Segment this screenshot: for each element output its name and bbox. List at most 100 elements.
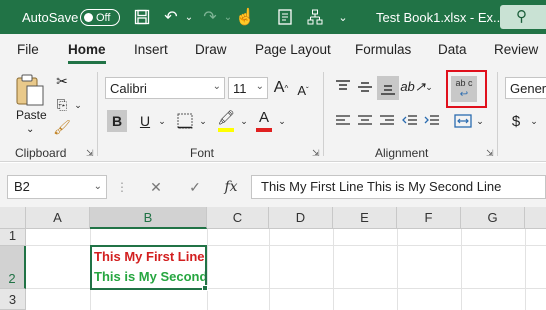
orientation-icon[interactable]: ab↗ xyxy=(400,76,425,98)
number-format-combo[interactable]: Genera xyxy=(505,77,546,99)
underline-button[interactable]: U xyxy=(135,110,155,132)
copy-icon[interactable]: ⎘ xyxy=(53,96,71,114)
tab-data[interactable]: Data xyxy=(438,42,467,57)
fill-color-dropdown-icon[interactable]: ⌄ xyxy=(238,110,250,132)
save-icon[interactable] xyxy=(131,0,153,34)
top-align-icon[interactable] xyxy=(333,76,353,98)
tab-review[interactable]: Review xyxy=(494,42,538,57)
insert-function-icon[interactable]: fx xyxy=(221,175,241,199)
gridline xyxy=(525,229,526,310)
formula-bar-grip-icon[interactable]: ⋮ xyxy=(116,175,128,199)
orientation-dropdown-icon[interactable]: ⌄ xyxy=(423,76,435,98)
increase-indent-icon[interactable] xyxy=(422,110,442,132)
gridline xyxy=(461,229,462,310)
format-painter-icon[interactable]: 🖌 xyxy=(53,118,71,136)
formula-bar-input[interactable]: This My First Line This is My Second Lin… xyxy=(251,175,546,199)
cell-b2[interactable]: This My First Line This is My Second Lin… xyxy=(90,245,207,290)
cut-icon[interactable]: ✂ xyxy=(53,72,71,90)
alignment-group-label: Alignment xyxy=(375,146,429,160)
undo-dropdown-icon[interactable]: ⌄ xyxy=(178,0,200,34)
select-all-corner[interactable] xyxy=(0,207,26,229)
fill-handle[interactable] xyxy=(202,285,208,291)
row-header-2[interactable]: 2 xyxy=(0,246,26,289)
column-header-g[interactable]: G xyxy=(461,207,525,229)
merge-center-icon[interactable] xyxy=(452,110,474,132)
font-name-combo[interactable]: Calibri ⌄ xyxy=(105,77,225,99)
decrease-indent-icon[interactable] xyxy=(400,110,420,132)
row-header-1[interactable]: 1 xyxy=(0,228,26,246)
cell-b2-line2: This is My Second Line xyxy=(94,269,207,284)
copy-dropdown-icon[interactable]: ⌄ xyxy=(72,96,84,114)
font-color-dropdown-icon[interactable]: ⌄ xyxy=(276,110,288,132)
clipboard-group-label: Clipboard xyxy=(15,146,67,160)
tab-draw[interactable]: Draw xyxy=(195,42,227,57)
align-center-icon[interactable] xyxy=(355,110,375,132)
font-launcher-icon[interactable]: ⇲ xyxy=(312,148,320,159)
paste-icon[interactable] xyxy=(12,72,48,108)
touch-mode-icon[interactable]: ☝ xyxy=(234,0,256,34)
font-color-icon[interactable]: A xyxy=(254,106,274,128)
font-group-label: Font xyxy=(190,146,215,160)
column-header-d[interactable]: D xyxy=(269,207,333,229)
name-box[interactable]: B2 ⌄ xyxy=(7,175,107,199)
org-chart-icon[interactable] xyxy=(304,0,326,34)
tab-page-layout[interactable]: Page Layout xyxy=(255,42,331,57)
wrap-text-highlight xyxy=(446,70,487,108)
autosave-label: AutoSave xyxy=(22,9,79,25)
gridline xyxy=(333,229,334,310)
increase-font-size-icon[interactable]: A ^ xyxy=(272,77,290,99)
font-size-combo[interactable]: 11 ⌄ xyxy=(228,77,268,99)
autosave-state: Off xyxy=(96,11,111,24)
tab-home[interactable]: Home xyxy=(68,42,106,57)
number-format-value: Genera xyxy=(510,80,546,96)
font-name-value: Calibri xyxy=(110,80,147,96)
paste-dropdown-icon[interactable]: ⌄ xyxy=(26,124,34,135)
gridline xyxy=(207,229,208,310)
merge-dropdown-icon[interactable]: ⌄ xyxy=(474,110,486,132)
middle-align-icon[interactable] xyxy=(355,76,375,98)
alignment-launcher-icon[interactable]: ⇲ xyxy=(486,148,494,159)
fill-color-icon[interactable]: 🖍 xyxy=(216,106,236,128)
chevron-down-icon: ⌄ xyxy=(212,81,221,92)
group-separator xyxy=(497,72,498,156)
confirm-entry-icon[interactable]: ✓ xyxy=(185,175,205,199)
search-box[interactable]: ⚲ xyxy=(500,5,546,29)
group-separator xyxy=(97,72,98,156)
customize-toolbar-icon[interactable]: ⌄ xyxy=(332,0,354,34)
worksheet-grid: A B C D E F G 1 2 3 This My First Line T… xyxy=(0,207,546,310)
column-header-a[interactable]: A xyxy=(26,207,90,229)
underline-dropdown-icon[interactable]: ⌄ xyxy=(156,110,168,132)
cell-b2-line1: This My First Line xyxy=(94,249,205,264)
borders-dropdown-icon[interactable]: ⌄ xyxy=(197,110,209,132)
align-right-icon[interactable] xyxy=(377,110,397,132)
column-header-c[interactable]: C xyxy=(207,207,269,229)
currency-dropdown-icon[interactable]: ⌄ xyxy=(528,110,540,132)
ribbon: Paste ⌄ ✂ ⎘ ⌄ 🖌 Clipboard ⇲ Calibri ⌄ 11… xyxy=(0,66,546,162)
tab-insert[interactable]: Insert xyxy=(134,42,168,57)
bold-button[interactable]: B xyxy=(107,110,127,132)
search-icon: ⚲ xyxy=(516,8,527,25)
tab-formulas[interactable]: Formulas xyxy=(355,42,411,57)
column-header-h[interactable] xyxy=(525,207,546,229)
bottom-align-icon[interactable] xyxy=(377,76,399,100)
chevron-down-icon: ⌄ xyxy=(93,181,102,192)
borders-icon[interactable] xyxy=(175,110,195,132)
title-bar: AutoSave Off ↶ ⌄ ↷ ⌄ ☝ ⌄ Test Book1.xlsx… xyxy=(0,0,546,34)
gridline xyxy=(397,229,398,310)
cancel-entry-icon[interactable]: ✕ xyxy=(146,175,166,199)
group-separator xyxy=(323,72,324,156)
paste-label[interactable]: Paste xyxy=(16,108,47,122)
row-header-3[interactable]: 3 xyxy=(0,289,26,310)
currency-format-icon[interactable]: $ xyxy=(508,110,524,132)
gridline xyxy=(269,229,270,310)
column-header-b[interactable]: B xyxy=(90,207,207,229)
align-left-icon[interactable] xyxy=(333,110,353,132)
column-header-e[interactable]: E xyxy=(333,207,397,229)
tab-file[interactable]: File xyxy=(17,42,39,57)
autosave-toggle[interactable]: Off xyxy=(80,9,120,26)
decrease-font-size-icon[interactable]: Aˇ xyxy=(294,79,312,101)
column-header-f[interactable]: F xyxy=(397,207,461,229)
clipboard-launcher-icon[interactable]: ⇲ xyxy=(86,148,94,159)
formula-row: B2 ⌄ ⋮ ✕ ✓ fx This My First Line This is… xyxy=(0,163,546,207)
form-icon[interactable] xyxy=(274,0,296,34)
